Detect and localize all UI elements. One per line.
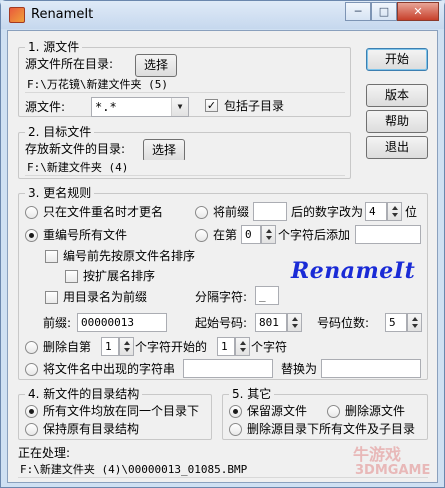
prefix-number-radio[interactable] bbox=[195, 206, 208, 219]
help-button[interactable]: 帮助 bbox=[366, 110, 428, 133]
watermark-text: 牛游戏 bbox=[353, 445, 402, 464]
insert-text-input[interactable] bbox=[355, 225, 421, 244]
digits-input[interactable]: 4 bbox=[365, 202, 387, 221]
app-icon bbox=[9, 7, 25, 23]
close-button[interactable]: ✕ bbox=[397, 2, 439, 21]
maximize-button[interactable]: □ bbox=[371, 2, 397, 21]
include-subdir-label: 包括子目录 bbox=[224, 99, 285, 113]
other-legend: 5. 其它 bbox=[229, 387, 275, 401]
same-dir-radio[interactable] bbox=[25, 405, 38, 418]
same-dir-label: 所有文件均放在同一个目录下 bbox=[43, 404, 200, 418]
prefix-number-label-b: 后的数字改为 bbox=[291, 205, 364, 219]
rules-legend: 3. 更名规则 bbox=[25, 186, 95, 200]
sort-by-name-label: 编号前先按原文件名排序 bbox=[63, 249, 196, 263]
exit-button[interactable]: 退出 bbox=[366, 136, 428, 159]
delete-all-label: 删除源目录下所有文件及子目录 bbox=[247, 422, 416, 436]
num-digits-label: 号码位数: bbox=[317, 316, 370, 330]
digits-spinner[interactable] bbox=[387, 202, 402, 221]
insert-at-label-b: 个字符后添加 bbox=[278, 228, 351, 242]
target-dir-label: 存放新文件的目录: bbox=[25, 142, 126, 156]
source-file-label: 源文件: bbox=[25, 100, 66, 114]
keep-source-radio[interactable] bbox=[229, 405, 242, 418]
keep-source-label: 保留源文件 bbox=[247, 404, 308, 418]
target-group: 2. 目标文件 存放新文件的目录: 选择 F:\新建文件夹 (4) bbox=[18, 125, 351, 179]
delete-source-radio[interactable] bbox=[327, 405, 340, 418]
delete-from-input[interactable]: 1 bbox=[101, 337, 119, 356]
source-dir-label: 源文件所在目录: bbox=[25, 57, 114, 71]
sort-by-name-checkbox[interactable] bbox=[45, 250, 58, 263]
dialog-client-area: 1. 源文件 源文件所在目录: 选择 F:\万花镜\新建文件夹 (5) 源文件:… bbox=[7, 30, 438, 483]
digits-unit: 位 bbox=[405, 205, 418, 219]
prefix-label: 前缀: bbox=[43, 316, 72, 330]
keep-structure-radio[interactable] bbox=[25, 423, 38, 436]
source-file-value: *.* bbox=[95, 100, 117, 114]
other-group: 5. 其它 保留源文件 删除源文件 删除源目录下所有文件及子目录 bbox=[222, 387, 428, 440]
keep-structure-label: 保持原有目录结构 bbox=[43, 422, 140, 436]
source-file-combo[interactable]: *.* ▼ bbox=[91, 97, 189, 117]
renumber-all-label: 重编号所有文件 bbox=[43, 228, 128, 242]
prefix-input[interactable]: 00000013 bbox=[77, 313, 167, 332]
sort-by-ext-checkbox[interactable] bbox=[65, 270, 78, 283]
prefix-number-input[interactable] bbox=[253, 202, 287, 221]
source-dir-path: F:\万花镜\新建文件夹 (5) bbox=[25, 77, 345, 93]
insert-at-radio[interactable] bbox=[195, 229, 208, 242]
target-dir-path: F:\新建文件夹 (4) bbox=[25, 160, 345, 176]
separator-label: 分隔字符: bbox=[195, 290, 248, 304]
insert-at-input[interactable]: 0 bbox=[241, 225, 261, 244]
delete-all-radio[interactable] bbox=[229, 423, 242, 436]
use-dir-name-label: 用目录名为前缀 bbox=[63, 290, 148, 304]
title-bar[interactable]: RenameIt ─ □ ✕ bbox=[1, 1, 444, 29]
sort-by-ext-label: 按扩展名排序 bbox=[83, 269, 156, 283]
delete-mid-label: 个字符开始的 bbox=[135, 340, 208, 354]
delete-from-label: 删除自第 bbox=[43, 340, 92, 354]
renumber-all-radio[interactable] bbox=[25, 229, 38, 242]
source-legend: 1. 源文件 bbox=[25, 40, 83, 54]
prefix-number-label-a: 将前缀 bbox=[213, 205, 250, 219]
only-on-dup-label: 只在文件重名时才更名 bbox=[43, 205, 164, 219]
source-choose-button[interactable]: 选择 bbox=[135, 54, 177, 77]
delete-chars-radio[interactable] bbox=[25, 341, 38, 354]
delete-unit-label: 个字符 bbox=[251, 340, 288, 354]
version-button[interactable]: 版本 bbox=[366, 84, 428, 107]
renameit-logo: RenameIt bbox=[291, 258, 416, 284]
use-dir-name-checkbox[interactable] bbox=[45, 291, 58, 304]
window-title: RenameIt bbox=[31, 7, 94, 22]
only-on-dup-radio[interactable] bbox=[25, 206, 38, 219]
num-digits-input[interactable]: 5 bbox=[385, 313, 407, 332]
replace-radio[interactable] bbox=[25, 363, 38, 376]
delete-count-spinner[interactable] bbox=[235, 337, 250, 356]
delete-from-spinner[interactable] bbox=[119, 337, 134, 356]
new-dir-legend: 4. 新文件的目录结构 bbox=[25, 387, 143, 401]
new-dir-group: 4. 新文件的目录结构 所有文件均放在同一个目录下 保持原有目录结构 bbox=[18, 387, 212, 440]
app-window: RenameIt ─ □ ✕ 1. 源文件 源文件所在目录: 选择 F:\万花镜… bbox=[0, 0, 445, 488]
start-number-spinner[interactable] bbox=[287, 313, 302, 332]
delete-source-label: 删除源文件 bbox=[345, 404, 406, 418]
start-number-input[interactable]: 801 bbox=[255, 313, 287, 332]
insert-at-spinner[interactable] bbox=[261, 225, 276, 244]
separator-input[interactable]: _ bbox=[255, 286, 279, 305]
start-number-label: 起始号码: bbox=[195, 316, 248, 330]
replace-with-label: 替换为 bbox=[281, 362, 318, 376]
replace-from-input[interactable] bbox=[183, 359, 273, 378]
start-button[interactable]: 开始 bbox=[366, 48, 428, 71]
processing-label: 正在处理: bbox=[18, 446, 71, 460]
insert-at-label-a: 在第 bbox=[213, 228, 238, 242]
include-subdir-checkbox[interactable]: ✓ bbox=[205, 99, 218, 112]
target-legend: 2. 目标文件 bbox=[25, 125, 95, 139]
target-choose-button[interactable]: 选择 bbox=[143, 139, 185, 162]
replace-label: 将文件名中出现的字符串 bbox=[43, 362, 176, 376]
minimize-button[interactable]: ─ bbox=[345, 2, 371, 21]
num-digits-spinner[interactable] bbox=[407, 313, 422, 332]
watermark-logo-text: 3DMGAME bbox=[355, 463, 431, 478]
delete-count-input[interactable]: 1 bbox=[217, 337, 235, 356]
replace-to-input[interactable] bbox=[321, 359, 421, 378]
chevron-down-icon[interactable]: ▼ bbox=[171, 98, 188, 116]
source-group: 1. 源文件 源文件所在目录: 选择 F:\万花镜\新建文件夹 (5) 源文件:… bbox=[18, 40, 351, 117]
rules-group: 3. 更名规则 只在文件重名时才更名 将前缀 后的数字改为 4 位 重编号所有文… bbox=[18, 186, 428, 380]
